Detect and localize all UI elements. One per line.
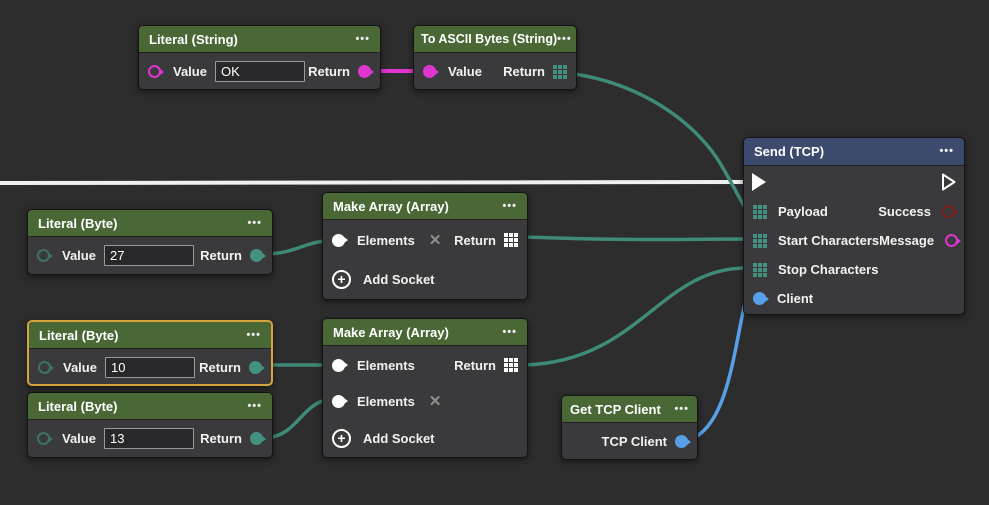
node-get-tcp-client[interactable]: Get TCP Client ••• TCP Client [561,395,698,460]
elements-1-label: Elements [357,358,415,373]
node-header[interactable]: Literal (String) ••• [139,26,380,53]
stop-characters-input-port[interactable] [753,263,767,277]
return-label: Return [200,248,242,263]
node-header[interactable]: To ASCII Bytes (String) ••• [414,26,576,53]
node-title: Send (TCP) [754,144,824,159]
value-label: Value [62,248,96,263]
elements-label: Elements [357,233,415,248]
return-output-port[interactable] [249,361,262,374]
node-menu-icon[interactable]: ••• [246,330,261,341]
elements-2-label: Elements [357,394,415,409]
value-field[interactable] [104,428,194,449]
node-literal-byte-10[interactable]: Literal (Byte) ••• Value Return [27,320,273,386]
node-menu-icon[interactable]: ••• [502,327,517,338]
add-socket-icon[interactable]: + [332,270,351,289]
node-title: Get TCP Client [570,402,661,417]
payload-input-port[interactable] [753,205,767,219]
node-title: Literal (String) [149,32,238,47]
return-array-port[interactable] [504,358,518,372]
wire-make-array-2-to-stop-chars[interactable] [525,268,746,365]
node-header[interactable]: Literal (Byte) ••• [29,322,271,349]
value-field[interactable] [105,357,195,378]
node-title: Make Array (Array) [333,325,449,340]
node-menu-icon[interactable]: ••• [247,218,262,229]
node-title: Literal (Byte) [38,399,117,414]
success-output-port[interactable] [942,205,955,218]
remove-socket-icon[interactable]: ✕ [429,394,442,409]
node-menu-icon[interactable]: ••• [557,34,572,45]
return-label: Return [454,233,496,248]
node-title: Literal (Byte) [39,328,118,343]
node-header[interactable]: Make Array (Array) ••• [323,319,527,346]
node-literal-byte-27[interactable]: Literal (Byte) ••• Value Return [27,209,273,275]
wire-make-array-1-to-start-chars[interactable] [525,237,746,240]
value-input-port[interactable] [37,432,50,445]
return-output-port[interactable] [250,249,263,262]
elements-input-port[interactable] [332,234,345,247]
node-send-tcp[interactable]: Send (TCP) ••• Payload Success Start Cha… [743,137,965,315]
value-input-port[interactable] [148,65,161,78]
value-label: Value [62,431,96,446]
node-menu-icon[interactable]: ••• [674,404,689,415]
node-title: To ASCII Bytes (String) [421,32,557,46]
node-header[interactable]: Send (TCP) ••• [744,138,964,166]
success-label: Success [878,204,931,219]
node-header[interactable]: Literal (Byte) ••• [28,393,272,420]
node-menu-icon[interactable]: ••• [502,201,517,212]
node-header[interactable]: Get TCP Client ••• [562,396,697,423]
start-characters-input-port[interactable] [753,234,767,248]
stop-characters-label: Stop Characters [778,262,878,277]
client-input-port[interactable] [753,292,766,305]
node-header[interactable]: Literal (Byte) ••• [28,210,272,237]
return-label: Return [503,64,545,79]
return-array-port[interactable] [504,233,518,247]
tcp-client-output-port[interactable] [675,435,688,448]
node-title: Literal (Byte) [38,216,117,231]
value-label: Value [173,64,207,79]
remove-socket-icon[interactable]: ✕ [429,233,442,248]
value-field[interactable] [104,245,194,266]
node-title: Make Array (Array) [333,199,449,214]
node-literal-byte-13[interactable]: Literal (Byte) ••• Value Return [27,392,273,458]
node-header[interactable]: Make Array (Array) ••• [323,193,527,220]
return-output-port[interactable] [250,432,263,445]
value-label: Value [448,64,482,79]
node-editor-canvas[interactable]: Literal (String) ••• Value Return To ASC… [0,0,989,505]
add-socket-label[interactable]: Add Socket [363,431,435,446]
return-label: Return [200,431,242,446]
node-literal-string[interactable]: Literal (String) ••• Value Return [138,25,381,90]
tcp-client-label: TCP Client [602,434,668,449]
payload-label: Payload [778,204,828,219]
node-menu-icon[interactable]: ••• [247,401,262,412]
value-field[interactable] [215,61,305,82]
elements-1-input-port[interactable] [332,359,345,372]
exec-input-port[interactable] [751,172,767,192]
return-array-port[interactable] [553,65,567,79]
value-label: Value [63,360,97,375]
value-input-port[interactable] [37,249,50,262]
node-menu-icon[interactable]: ••• [355,34,370,45]
start-characters-label: Start Characters [778,233,879,248]
elements-2-input-port[interactable] [332,395,345,408]
exec-output-port[interactable] [941,172,957,192]
node-to-ascii-bytes[interactable]: To ASCII Bytes (String) ••• Value Return [413,25,577,90]
add-socket-icon[interactable]: + [332,429,351,448]
node-make-array-2[interactable]: Make Array (Array) ••• Elements Return E… [322,318,528,458]
return-label: Return [308,64,350,79]
add-socket-label[interactable]: Add Socket [363,272,435,287]
wire-ascii-to-payload[interactable] [568,73,746,209]
return-output-port[interactable] [358,65,371,78]
message-output-port[interactable] [945,234,958,247]
client-label: Client [777,291,813,306]
node-make-array-1[interactable]: Make Array (Array) ••• Elements ✕ Return… [322,192,528,300]
return-label: Return [199,360,241,375]
value-input-port[interactable] [423,65,436,78]
node-menu-icon[interactable]: ••• [939,146,954,157]
wire-exec-to-send-tcp[interactable] [0,182,745,183]
value-input-port[interactable] [38,361,51,374]
return-label: Return [454,358,496,373]
message-label: Message [879,233,934,248]
